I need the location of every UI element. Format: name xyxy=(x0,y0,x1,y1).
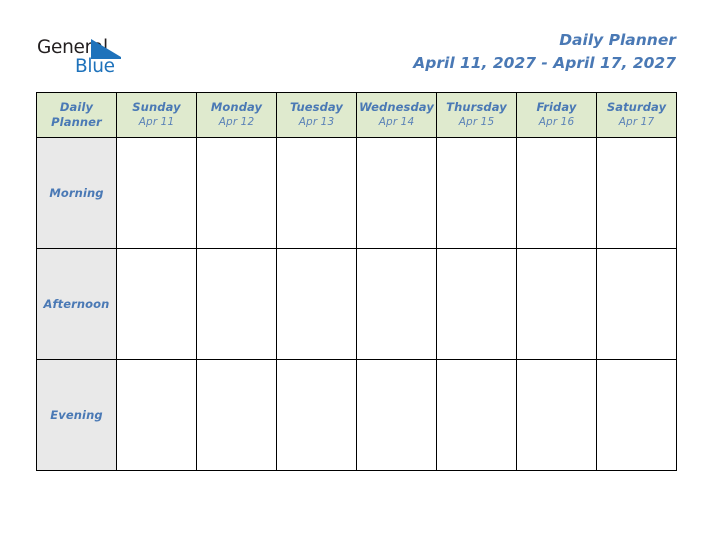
day-name-wednesday: Wednesday xyxy=(359,100,434,114)
slot-morning-thursday[interactable] xyxy=(436,137,517,249)
day-date-monday: Apr 12 xyxy=(218,116,255,128)
page-title: Daily Planner xyxy=(559,31,676,49)
day-header-tuesday: Tuesday Apr 13 xyxy=(276,92,357,138)
corner-label-line2: Planner xyxy=(51,115,102,129)
table-row-afternoon: Afternoon xyxy=(36,248,677,360)
table-header-row: Daily Planner Sunday Apr 11 Monday Apr 1… xyxy=(36,92,677,138)
slot-text xyxy=(597,360,676,366)
day-name-sunday: Sunday xyxy=(132,100,181,114)
slot-text xyxy=(197,249,276,255)
table-body: Morning Afternoon Evening xyxy=(36,137,677,471)
slot-morning-tuesday[interactable] xyxy=(276,137,357,249)
slot-evening-monday[interactable] xyxy=(196,359,277,471)
general-blue-logo[interactable]: General Blue xyxy=(37,38,157,78)
day-date-friday: Apr 16 xyxy=(538,116,575,128)
table-header: Daily Planner Sunday Apr 11 Monday Apr 1… xyxy=(36,92,677,138)
slot-text xyxy=(277,360,356,366)
corner-label-line1: Daily xyxy=(59,100,94,114)
slot-afternoon-saturday[interactable] xyxy=(596,248,677,360)
slot-evening-sunday[interactable] xyxy=(116,359,197,471)
slot-morning-friday[interactable] xyxy=(516,137,597,249)
slot-afternoon-sunday[interactable] xyxy=(116,248,197,360)
slot-text xyxy=(197,360,276,366)
slot-afternoon-wednesday[interactable] xyxy=(356,248,437,360)
table-row-evening: Evening xyxy=(36,359,677,471)
row-label-evening-text: Evening xyxy=(50,408,103,422)
slot-text xyxy=(277,138,356,144)
row-label-morning-text: Morning xyxy=(49,186,104,200)
slot-afternoon-friday[interactable] xyxy=(516,248,597,360)
day-name-tuesday: Tuesday xyxy=(289,100,344,114)
slot-text xyxy=(517,249,596,255)
slot-text xyxy=(357,138,436,144)
slot-text xyxy=(597,249,676,255)
slot-evening-saturday[interactable] xyxy=(596,359,677,471)
date-range: April 11, 2027 - April 17, 2027 xyxy=(413,54,676,72)
day-date-thursday: Apr 15 xyxy=(458,116,495,128)
slot-text xyxy=(437,138,516,144)
day-date-sunday: Apr 11 xyxy=(138,116,175,128)
slot-text xyxy=(357,249,436,255)
day-date-tuesday: Apr 13 xyxy=(298,116,335,128)
slot-evening-friday[interactable] xyxy=(516,359,597,471)
daily-planner-table: Daily Planner Sunday Apr 11 Monday Apr 1… xyxy=(36,92,677,471)
day-name-saturday: Saturday xyxy=(606,100,667,114)
corner-header-cell: Daily Planner xyxy=(36,92,117,138)
day-name-thursday: Thursday xyxy=(446,100,507,114)
day-date-wednesday: Apr 14 xyxy=(378,116,415,128)
slot-text xyxy=(517,138,596,144)
row-label-evening: Evening xyxy=(36,359,117,471)
slot-evening-thursday[interactable] xyxy=(436,359,517,471)
slot-text xyxy=(437,249,516,255)
slot-text xyxy=(597,138,676,144)
title-block: Daily Planner April 11, 2027 - April 17,… xyxy=(413,30,676,74)
slot-afternoon-tuesday[interactable] xyxy=(276,248,357,360)
slot-afternoon-monday[interactable] xyxy=(196,248,277,360)
day-header-wednesday: Wednesday Apr 14 xyxy=(356,92,437,138)
slot-morning-saturday[interactable] xyxy=(596,137,677,249)
slot-morning-sunday[interactable] xyxy=(116,137,197,249)
day-date-saturday: Apr 17 xyxy=(618,116,655,128)
table-row-morning: Morning xyxy=(36,137,677,249)
day-header-thursday: Thursday Apr 15 xyxy=(436,92,517,138)
day-header-saturday: Saturday Apr 17 xyxy=(596,92,677,138)
slot-afternoon-thursday[interactable] xyxy=(436,248,517,360)
slot-morning-wednesday[interactable] xyxy=(356,137,437,249)
logo-word-blue: Blue xyxy=(75,56,115,77)
slot-evening-wednesday[interactable] xyxy=(356,359,437,471)
row-label-afternoon-text: Afternoon xyxy=(43,297,110,311)
slot-text xyxy=(517,360,596,366)
day-header-friday: Friday Apr 16 xyxy=(516,92,597,138)
row-label-morning: Morning xyxy=(36,137,117,249)
slot-evening-tuesday[interactable] xyxy=(276,359,357,471)
slot-text xyxy=(437,360,516,366)
slot-text xyxy=(197,138,276,144)
day-name-monday: Monday xyxy=(210,100,263,114)
slot-text xyxy=(357,360,436,366)
slot-text xyxy=(117,360,196,366)
slot-morning-monday[interactable] xyxy=(196,137,277,249)
page-header: General Blue Daily Planner April 11, 202… xyxy=(0,0,712,92)
row-label-afternoon: Afternoon xyxy=(36,248,117,360)
day-header-sunday: Sunday Apr 11 xyxy=(116,92,197,138)
day-name-friday: Friday xyxy=(536,100,577,114)
slot-text xyxy=(117,138,196,144)
slot-text xyxy=(277,249,356,255)
slot-text xyxy=(117,249,196,255)
day-header-monday: Monday Apr 12 xyxy=(196,92,277,138)
